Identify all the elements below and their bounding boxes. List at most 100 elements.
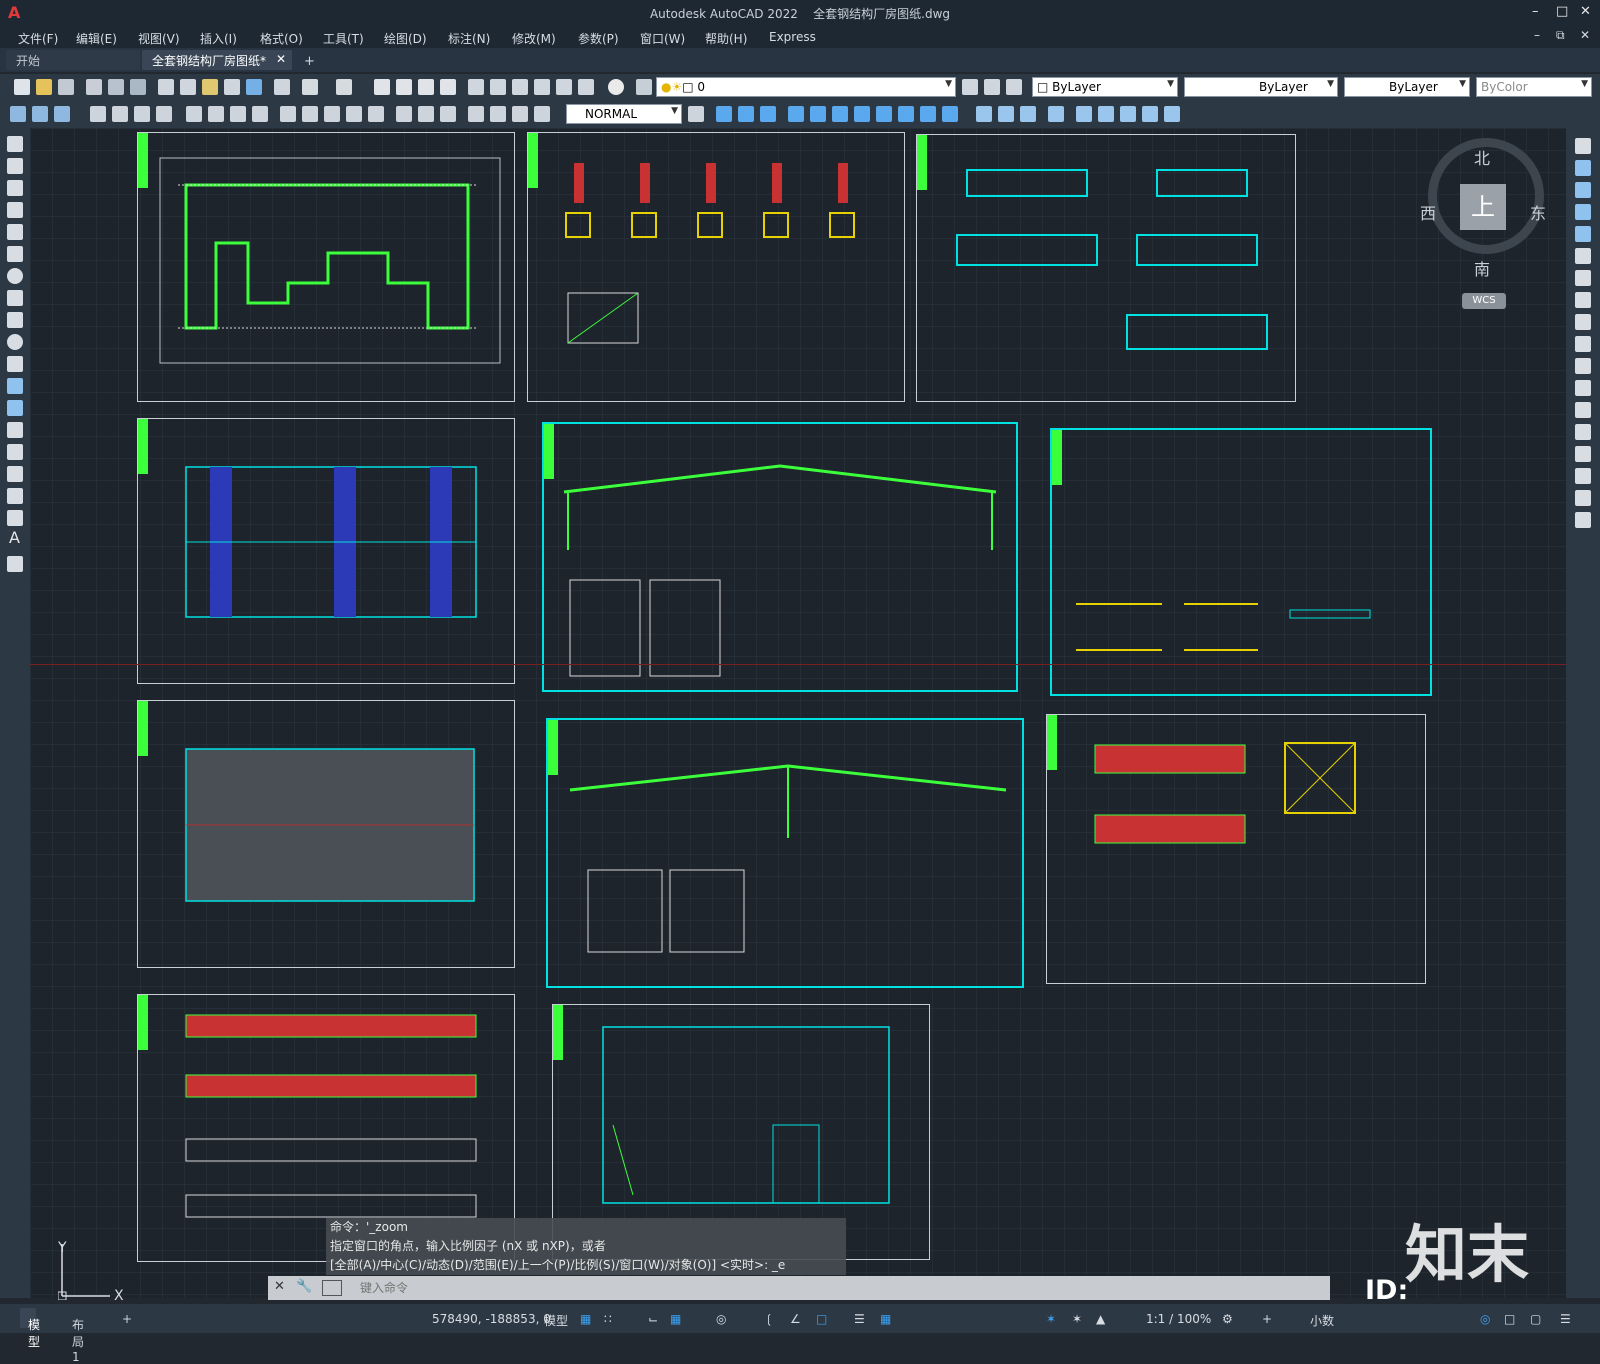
drawing-canvas[interactable] [30,128,1566,1298]
interfere-icon[interactable] [1098,106,1114,122]
aligned-dim-icon[interactable] [112,106,128,122]
quick-dim-icon[interactable] [280,106,296,122]
3d-sweep-icon[interactable] [920,106,936,122]
polar-icon[interactable]: ▦ [670,1312,681,1326]
baseline-dim-icon[interactable] [302,106,318,122]
convert-solid-icon[interactable] [1164,106,1180,122]
calculator-icon[interactable] [578,79,594,95]
viewcube-top-face[interactable]: 上 [1460,184,1506,230]
break-icon[interactable] [1575,402,1591,418]
circle-icon[interactable] [7,268,23,284]
auto-scale-icon[interactable]: ▲ [1096,1312,1105,1326]
hatch-icon[interactable] [7,444,23,460]
ellipse-arc-icon[interactable] [7,356,23,372]
diameter-dim-icon[interactable] [230,106,246,122]
point-icon[interactable] [7,422,23,438]
polygon-icon[interactable] [7,202,23,218]
doc-minimize-icon[interactable]: – [1534,28,1540,42]
region-icon[interactable] [7,488,23,504]
block-editor-icon[interactable] [246,79,262,95]
match-properties-icon[interactable] [224,79,240,95]
isolate-objects-icon[interactable]: ◎ [1480,1312,1490,1326]
linetype-dropdown[interactable]: ByLayer ▼ [1184,77,1338,97]
drawing-sheet-crane-beam[interactable] [1046,714,1426,984]
arc-icon[interactable] [7,246,23,262]
recent-commands-icon[interactable] [322,1280,342,1296]
menu-help[interactable]: 帮助(H) [705,30,747,47]
coordinates-readout[interactable]: 578490, -188853, 0 [432,1312,551,1326]
layer-state-icon[interactable] [1006,79,1022,95]
3d-extrude-icon[interactable] [876,106,892,122]
make-block-icon[interactable] [7,400,23,416]
multiline-text-icon[interactable]: A [9,528,20,547]
trim-icon[interactable] [1575,336,1591,352]
dim-style-icon[interactable] [54,106,70,122]
layer-dropdown[interactable]: ●☀□ 0 ▼ [656,77,956,97]
annotation-visibility-icon[interactable]: ✶ [1072,1312,1082,1326]
print-preview-icon[interactable] [108,79,124,95]
make-current-layer-icon[interactable] [962,79,978,95]
compass-west[interactable]: 西 [1420,200,1436,224]
3d-pyramid-icon[interactable] [854,106,870,122]
pan-icon[interactable] [374,79,390,95]
transparency-icon[interactable]: □ [816,1312,827,1326]
dim-space-icon[interactable] [346,106,362,122]
slice-icon[interactable] [1048,106,1064,122]
rectangle-icon[interactable] [7,224,23,240]
scale-icon[interactable] [1575,292,1591,308]
new-file-icon[interactable] [14,79,30,95]
doc-close-icon[interactable]: ✕ [1580,28,1590,42]
osnap-icon[interactable]: ◎ [716,1312,726,1326]
plotstyle-dropdown[interactable]: ByColor ▼ [1476,77,1592,97]
construction-line-icon[interactable] [7,158,23,174]
design-center-icon[interactable] [490,79,506,95]
menu-tools[interactable]: 工具(T) [323,30,364,47]
command-input[interactable] [358,1278,962,1298]
blend-curves-icon[interactable] [1575,490,1591,506]
drawing-sheet-connection-details[interactable] [1050,428,1432,696]
thicken-icon[interactable] [1142,106,1158,122]
color-dropdown[interactable]: □ ByLayer ▼ [1032,77,1178,97]
new-tab-icon[interactable]: + [304,54,315,69]
add-icon[interactable]: + [1262,1312,1272,1326]
close-icon[interactable]: ✕ [1580,4,1591,19]
menu-parametric[interactable]: 参数(P) [578,30,619,47]
ortho-icon[interactable]: ⌙ [648,1312,658,1326]
dim-style-manager-icon[interactable] [688,106,704,122]
zoom-realtime-icon[interactable] [396,79,412,95]
zoom-window-icon[interactable] [418,79,434,95]
break-point-icon[interactable] [1575,380,1591,396]
explode-icon[interactable] [1575,512,1591,528]
add-selected-icon[interactable] [7,556,23,572]
layer-properties-icon[interactable] [636,79,652,95]
3d-sphere-icon[interactable] [788,106,804,122]
dimension-icon[interactable] [10,106,26,122]
flatshot-icon[interactable] [1120,106,1136,122]
dim-break-icon[interactable] [368,106,384,122]
tab-start[interactable]: 开始 [6,50,140,70]
dim-text-edit-icon[interactable] [490,106,506,122]
fillet-icon[interactable] [1575,468,1591,484]
spline-icon[interactable] [7,312,23,328]
snap-icon[interactable]: ∷ [604,1312,612,1326]
drawing-sheet-beam-elevations[interactable] [916,134,1296,402]
3d-revolve-icon[interactable] [898,106,914,122]
drawing-sheet-roof-purlin-plan[interactable] [137,700,515,968]
dimstyle-dropdown[interactable]: NORMAL ▼ [566,104,682,124]
3d-torus-icon[interactable] [832,106,848,122]
compass-east[interactable]: 东 [1530,200,1546,224]
intersect-icon[interactable] [1020,106,1036,122]
tolerance-icon[interactable] [396,106,412,122]
linear-dim-icon[interactable] [90,106,106,122]
lineweight-icon[interactable]: ∠ [790,1312,801,1326]
menu-window[interactable]: 窗口(W) [640,30,685,47]
minimize-icon[interactable]: – [1532,4,1539,19]
text-angle-icon[interactable] [512,106,528,122]
otrack-icon[interactable]: ❲ [764,1312,774,1326]
rotate-icon[interactable] [1575,270,1591,286]
workspace-icon[interactable]: ✶ [1046,1312,1056,1326]
oblique-icon[interactable] [534,106,550,122]
paste-icon[interactable] [202,79,218,95]
markup-icon[interactable] [556,79,572,95]
compass-south[interactable]: 南 [1474,256,1490,280]
